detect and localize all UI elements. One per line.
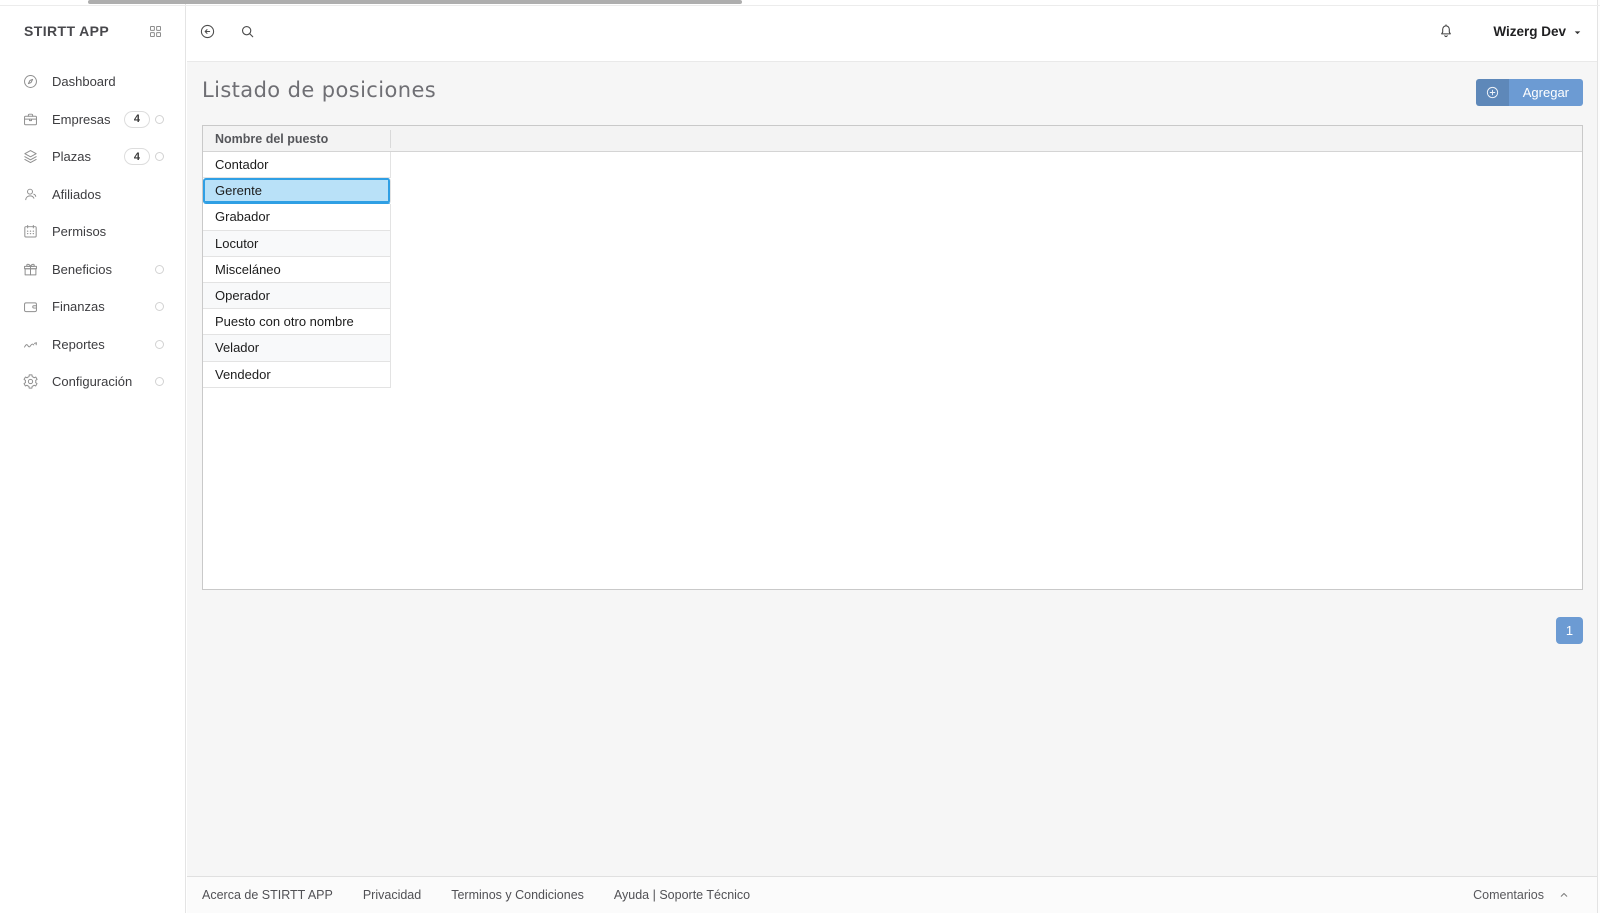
sidebar-item-empresas[interactable]: Empresas 4 xyxy=(0,101,185,139)
footer-link[interactable]: Ayuda | Soporte Técnico xyxy=(614,888,750,902)
add-button[interactable]: Agregar xyxy=(1476,79,1583,106)
sidebar-item-plazas[interactable]: Plazas 4 xyxy=(0,138,185,176)
sidebar: STIRTT APP Dashboard Empresas 4 Plazas 4… xyxy=(0,0,186,913)
sidebar-item-label: Plazas xyxy=(52,149,124,164)
sidebar-item-permisos[interactable]: Permisos xyxy=(0,213,185,251)
briefcase-icon xyxy=(22,111,39,128)
feedback-toggle[interactable]: Comentarios xyxy=(1473,888,1600,902)
sidebar-item-configuracion[interactable]: Configuración xyxy=(0,363,185,401)
sidebar-item-afiliados[interactable]: Afiliados xyxy=(0,176,185,214)
sidebar-item-label: Empresas xyxy=(52,112,124,127)
sidebar-item-label: Configuración xyxy=(52,374,155,389)
sidebar-item-reportes[interactable]: Reportes xyxy=(0,326,185,364)
pagination: 1 xyxy=(1556,617,1583,644)
wallet-icon xyxy=(22,298,39,315)
footer: Acerca de STIRTT APP Privacidad Terminos… xyxy=(187,876,1600,913)
notifications-bell-icon[interactable] xyxy=(1437,22,1455,40)
table-row[interactable]: Misceláneo xyxy=(203,257,391,283)
table-row[interactable]: Grabador xyxy=(203,204,391,230)
add-button-label: Agregar xyxy=(1509,79,1583,106)
sidebar-item-status-circle xyxy=(155,340,164,349)
sidebar-item-label: Reportes xyxy=(52,337,155,352)
main-content: Listado de posiciones Agregar Nombre del… xyxy=(187,62,1600,876)
horizontal-scrollbar-thumb[interactable] xyxy=(88,0,742,4)
chevron-down-icon xyxy=(1572,27,1583,38)
table-row[interactable]: Vendedor xyxy=(203,362,391,388)
top-divider xyxy=(0,5,1600,6)
user-name: Wizerg Dev xyxy=(1493,24,1566,39)
sidebar-item-label: Beneficios xyxy=(52,262,155,277)
sidebar-item-label: Dashboard xyxy=(52,74,164,89)
gear-icon xyxy=(22,373,39,390)
footer-link[interactable]: Terminos y Condiciones xyxy=(451,888,584,902)
sidebar-header: STIRTT APP xyxy=(0,0,185,62)
sidebar-item-beneficios[interactable]: Beneficios xyxy=(0,251,185,289)
table-row[interactable]: Locutor xyxy=(203,231,391,257)
feedback-label: Comentarios xyxy=(1473,888,1544,902)
layers-icon xyxy=(22,148,39,165)
gift-icon xyxy=(22,261,39,278)
column-header-nombre-del-puesto[interactable]: Nombre del puesto xyxy=(203,126,1582,152)
sidebar-item-status-circle xyxy=(155,265,164,274)
plus-circle-icon xyxy=(1476,79,1509,106)
sidebar-item-badge: 4 xyxy=(124,148,150,165)
sidebar-item-dashboard[interactable]: Dashboard xyxy=(0,63,185,101)
sidebar-item-label: Afiliados xyxy=(52,187,164,202)
app-window: STIRTT APP Dashboard Empresas 4 Plazas 4… xyxy=(0,0,1600,913)
table-body: Contador Gerente Grabador Locutor Miscel… xyxy=(203,152,391,388)
topbar: Wizerg Dev xyxy=(187,0,1600,62)
compass-icon xyxy=(22,73,39,90)
footer-link[interactable]: Privacidad xyxy=(363,888,421,902)
apps-grid-icon[interactable] xyxy=(148,24,163,39)
table-row[interactable]: Gerente xyxy=(203,178,391,204)
chevron-up-icon xyxy=(1558,889,1570,901)
user-icon xyxy=(22,186,39,203)
user-menu[interactable]: Wizerg Dev xyxy=(1493,0,1583,62)
footer-links: Acerca de STIRTT APP Privacidad Terminos… xyxy=(187,888,750,902)
table-row[interactable]: Contador xyxy=(203,152,391,178)
sidebar-item-label: Permisos xyxy=(52,224,164,239)
sidebar-item-status-circle xyxy=(155,377,164,386)
positions-table: Nombre del puesto Contador Gerente Graba… xyxy=(202,125,1583,590)
sidebar-item-finanzas[interactable]: Finanzas xyxy=(0,288,185,326)
page-title: Listado de posiciones xyxy=(202,78,436,102)
pagination-page-button[interactable]: 1 xyxy=(1556,617,1583,644)
table-row[interactable]: Operador xyxy=(203,283,391,309)
footer-link[interactable]: Acerca de STIRTT APP xyxy=(202,888,333,902)
sidebar-item-badge: 4 xyxy=(124,111,150,128)
sidebar-nav: Dashboard Empresas 4 Plazas 4 Afiliados … xyxy=(0,62,185,401)
column-divider xyxy=(390,130,391,148)
back-icon[interactable] xyxy=(199,23,216,40)
table-row[interactable]: Puesto con otro nombre xyxy=(203,309,391,335)
sidebar-item-status-circle xyxy=(155,115,164,124)
search-icon[interactable] xyxy=(239,23,256,40)
sidebar-item-status-circle xyxy=(155,152,164,161)
sidebar-item-label: Finanzas xyxy=(52,299,155,314)
app-title: STIRTT APP xyxy=(24,23,109,39)
trend-icon xyxy=(22,336,39,353)
calendar-icon xyxy=(22,223,39,240)
table-row[interactable]: Velador xyxy=(203,335,391,361)
table-header-row: Nombre del puesto xyxy=(203,126,1582,152)
sidebar-item-status-circle xyxy=(155,302,164,311)
